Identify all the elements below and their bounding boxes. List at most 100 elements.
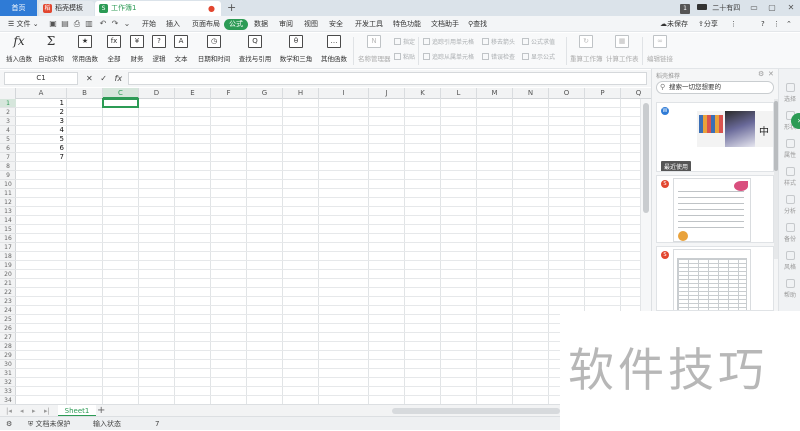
user-account[interactable]: 二十有四: [697, 0, 740, 16]
expand-panel-icon[interactable]: ›: [791, 113, 800, 129]
cell-a7[interactable]: 7: [16, 153, 64, 162]
column-header-o[interactable]: O: [549, 88, 585, 99]
column-header-k[interactable]: K: [405, 88, 441, 99]
row-header-14[interactable]: 14: [0, 216, 16, 225]
lookup-reference-button[interactable]: Q 查找与引用: [236, 35, 274, 67]
row-header-23[interactable]: 23: [0, 297, 16, 306]
row-header-30[interactable]: 30: [0, 360, 16, 369]
column-header-q[interactable]: Q: [621, 88, 651, 99]
row-header-5[interactable]: 5: [0, 135, 16, 144]
row-header-24[interactable]: 24: [0, 306, 16, 315]
new-tab-button[interactable]: +: [227, 1, 236, 15]
share-button[interactable]: ⇪分享: [698, 16, 718, 32]
home-tab[interactable]: 首页: [0, 0, 37, 16]
logical-button[interactable]: ? 逻辑: [150, 35, 168, 67]
column-header-l[interactable]: L: [441, 88, 477, 99]
folder-icon[interactable]: ▤: [60, 19, 70, 29]
sidebar-item-help[interactable]: 帮助: [779, 279, 800, 299]
search-command[interactable]: ⚲查找: [468, 16, 487, 32]
name-manager-button[interactable]: N 名称管理器: [358, 35, 391, 67]
menu-view[interactable]: 视图: [304, 16, 318, 32]
define-name-button[interactable]: 指定: [394, 38, 415, 48]
row-header-19[interactable]: 19: [0, 261, 16, 270]
show-formulas-button[interactable]: 显示公式: [522, 53, 555, 63]
row-header-33[interactable]: 33: [0, 387, 16, 396]
row-header-34[interactable]: 34: [0, 396, 16, 404]
row-header-22[interactable]: 22: [0, 288, 16, 297]
recalc-workbook-button[interactable]: ↻ 重算工作簿: [570, 35, 603, 67]
calc-sheet-button[interactable]: ▦ 计算工作表: [606, 35, 639, 67]
template-card[interactable]: W 中 最近使用: [656, 102, 774, 172]
select-all-corner[interactable]: [0, 88, 16, 99]
cancel-icon[interactable]: ✕: [86, 74, 93, 83]
menu-doc-assistant[interactable]: 文档助手: [431, 16, 459, 32]
financial-button[interactable]: ¥ 财务: [128, 35, 146, 67]
page-count-badge[interactable]: 1: [680, 0, 690, 16]
tab-daoke-templates[interactable]: 稻 稻壳模板: [39, 1, 94, 16]
trace-precedents-button[interactable]: 追踪引用单元格: [423, 38, 474, 48]
row-header-2[interactable]: 2: [0, 108, 16, 117]
redo-icon[interactable]: ↷: [110, 19, 120, 29]
more-icon[interactable]: ⋮: [730, 16, 737, 32]
formula-input[interactable]: [128, 72, 647, 85]
maximize-button[interactable]: ▢: [763, 0, 781, 16]
name-box[interactable]: C1: [4, 72, 78, 85]
template-card[interactable]: S: [656, 246, 774, 311]
row-header-6[interactable]: 6: [0, 144, 16, 153]
chevron-down-icon[interactable]: ⌄: [122, 19, 132, 29]
row-header-13[interactable]: 13: [0, 207, 16, 216]
preview-icon[interactable]: ▥: [84, 19, 94, 29]
scroll-thumb[interactable]: [643, 103, 649, 213]
cell-a1[interactable]: 1: [16, 99, 64, 108]
sync-status[interactable]: ☁未保存: [660, 16, 688, 32]
file-menu[interactable]: ☰ 文件 ⌄: [8, 16, 39, 32]
row-header-16[interactable]: 16: [0, 234, 16, 243]
row-header-28[interactable]: 28: [0, 342, 16, 351]
math-trig-button[interactable]: θ 数学和三角: [278, 35, 314, 67]
row-header-17[interactable]: 17: [0, 243, 16, 252]
menu-review[interactable]: 审阅: [279, 16, 293, 32]
text-button[interactable]: A 文本: [172, 35, 190, 67]
column-header-i[interactable]: I: [319, 88, 369, 99]
row-header-25[interactable]: 25: [0, 315, 16, 324]
column-header-p[interactable]: P: [585, 88, 621, 99]
cell-a3[interactable]: 3: [16, 117, 64, 126]
menu-developer-tools[interactable]: 开发工具: [355, 16, 383, 32]
column-header-j[interactable]: J: [369, 88, 405, 99]
column-header-d[interactable]: D: [139, 88, 175, 99]
menu-security[interactable]: 安全: [329, 16, 343, 32]
settings-icon[interactable]: ⚙: [758, 70, 764, 78]
row-header-8[interactable]: 8: [0, 162, 16, 171]
row-header-11[interactable]: 11: [0, 189, 16, 198]
row-header-9[interactable]: 9: [0, 171, 16, 180]
row-header-10[interactable]: 10: [0, 180, 16, 189]
close-button[interactable]: ✕: [782, 0, 800, 16]
spreadsheet-grid[interactable]: ABCDEFGHIJKLMNOPQ 1 2 3 4 5 6 7 8 9 10 11 12 13 14 15 1…: [0, 88, 651, 404]
column-header-h[interactable]: H: [283, 88, 319, 99]
minimize-button[interactable]: ▭: [745, 0, 763, 16]
horizontal-scrollbar[interactable]: [392, 408, 560, 414]
menu-insert[interactable]: 插入: [166, 16, 180, 32]
paste-name-button[interactable]: 粘贴: [394, 53, 415, 63]
protect-status[interactable]: ⛨ 文档未保护: [28, 417, 70, 431]
row-header-1[interactable]: 1: [0, 99, 16, 108]
menu-special-features[interactable]: 特色功能: [393, 16, 421, 32]
row-header-7[interactable]: 7: [0, 153, 16, 162]
menu-data[interactable]: 数据: [254, 16, 268, 32]
row-header-31[interactable]: 31: [0, 369, 16, 378]
common-functions-button[interactable]: ★ 常用函数: [70, 35, 100, 67]
cell-a6[interactable]: 6: [16, 144, 64, 153]
trace-dependents-button[interactable]: 追踪从属单元格: [423, 53, 474, 63]
menu-page-layout[interactable]: 页面布局: [192, 16, 220, 32]
row-header-32[interactable]: 32: [0, 378, 16, 387]
row-header-27[interactable]: 27: [0, 333, 16, 342]
cell-a5[interactable]: 5: [16, 135, 64, 144]
date-time-button[interactable]: ◷ 日期和时间: [196, 35, 232, 67]
row-header-29[interactable]: 29: [0, 351, 16, 360]
close-tab-icon[interactable]: ●: [208, 1, 215, 16]
save-icon[interactable]: ▣: [48, 19, 58, 29]
autosum-button[interactable]: Σ 自动求和: [36, 35, 66, 67]
cell-a4[interactable]: 4: [16, 126, 64, 135]
active-cell-c1[interactable]: [102, 98, 139, 108]
row-header-15[interactable]: 15: [0, 225, 16, 234]
